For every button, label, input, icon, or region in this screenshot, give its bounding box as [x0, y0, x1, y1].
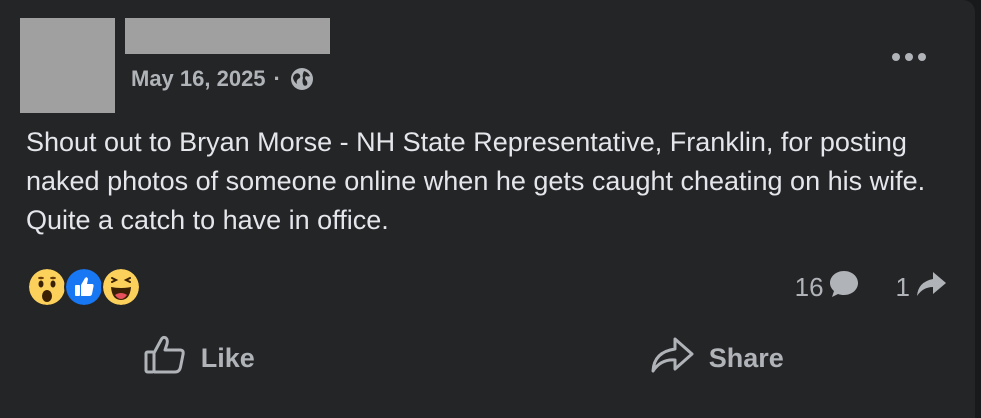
avatar[interactable] — [20, 18, 115, 113]
share-arrow-icon — [914, 269, 948, 306]
like-reaction-icon — [64, 267, 104, 307]
like-button[interactable]: Like — [0, 322, 538, 394]
share-count[interactable]: 1 — [896, 269, 948, 306]
engagement-counts: 16 1 — [795, 267, 948, 307]
post-body: Shout out to Bryan Morse - NH State Repr… — [26, 127, 926, 235]
share-count-value: 1 — [895, 271, 910, 302]
share-label: Share — [708, 342, 784, 373]
comment-count[interactable]: 16 — [795, 269, 860, 306]
author-name-redacted[interactable] — [125, 18, 330, 54]
post-date[interactable]: May 16, 2025 — [131, 66, 266, 92]
post-card: May 16, 2025 · Shout out to Bryan Morse … — [0, 0, 975, 418]
comment-icon — [828, 269, 860, 306]
thumbs-up-icon — [143, 334, 187, 383]
comment-count-value: 16 — [794, 271, 824, 302]
meta-separator: · — [273, 66, 281, 91]
globe-icon[interactable] — [289, 66, 315, 92]
more-options-icon[interactable] — [887, 42, 931, 72]
wow-reaction-icon — [27, 267, 67, 307]
action-bar: Like Share — [0, 322, 975, 394]
like-label: Like — [200, 342, 255, 373]
haha-reaction-icon — [101, 267, 141, 307]
share-button[interactable]: Share — [538, 322, 976, 394]
post-meta: May 16, 2025 · — [131, 64, 315, 94]
reaction-summary[interactable] — [27, 267, 141, 307]
share-icon — [649, 335, 695, 382]
